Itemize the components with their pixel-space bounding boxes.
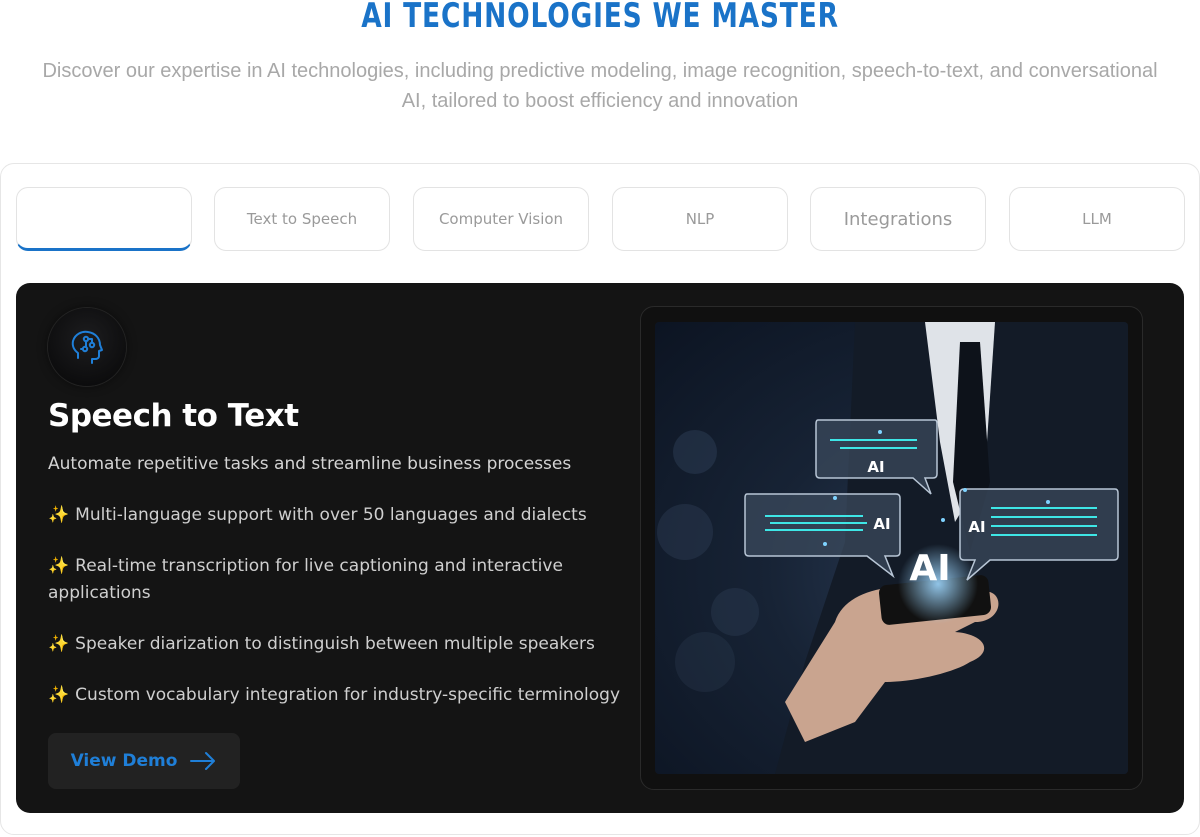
tab-llm[interactable]: LLM xyxy=(1009,187,1185,251)
subtitle-line-1: Discover our expertise in AI technologie… xyxy=(42,60,1158,82)
tab-speech-to-text[interactable] xyxy=(16,187,192,251)
view-demo-label: View Demo xyxy=(70,751,178,771)
feature-icon-badge xyxy=(48,308,126,386)
view-demo-button[interactable]: View Demo xyxy=(48,733,240,789)
tab-computer-vision[interactable]: Computer Vision xyxy=(413,187,589,251)
bubble-left-label: AI xyxy=(873,515,890,533)
feature-text: Speaker diarization to distinguish betwe… xyxy=(75,634,595,654)
tab-text-to-speech[interactable]: Text to Speech xyxy=(214,187,390,251)
sparkles-icon: ✨ xyxy=(48,505,70,525)
bubble-right-label: AI xyxy=(968,518,985,536)
panel-title: Speech to Text xyxy=(48,398,299,434)
arrow-right-icon xyxy=(190,752,216,770)
feature-item: ✨ Multi-language support with over 50 lan… xyxy=(48,502,628,529)
sparkles-icon: ✨ xyxy=(48,634,70,654)
tab-integrations[interactable]: Integrations xyxy=(810,187,986,251)
feature-item: ✨ Speaker diarization to distinguish betw… xyxy=(48,631,628,658)
sparkles-icon: ✨ xyxy=(48,685,70,705)
bubble-top-label: AI xyxy=(867,458,884,476)
tab-nlp[interactable]: NLP xyxy=(612,187,788,251)
section-title: AI TECHNOLOGIES WE MASTER xyxy=(361,0,839,36)
subtitle-line-2: AI, tailored to boost efficiency and inn… xyxy=(401,90,799,112)
feature-text: Real-time transcription for live caption… xyxy=(48,556,563,603)
ai-head-icon xyxy=(71,330,103,364)
ai-illustration: AI AI AI AI xyxy=(655,322,1128,774)
panel-description: Automate repetitive tasks and streamline… xyxy=(48,454,572,474)
feature-item: ✨ Real-time transcription for live captio… xyxy=(48,553,588,607)
sparkles-icon: ✨ xyxy=(48,556,70,576)
feature-item: ✨ Custom vocabulary integration for indus… xyxy=(48,682,628,709)
feature-text: Multi-language support with over 50 lang… xyxy=(75,505,587,525)
section-subtitle: Discover our expertise in AI technologie… xyxy=(0,56,1200,116)
feature-text: Custom vocabulary integration for indust… xyxy=(75,685,621,705)
center-ai-label: AI xyxy=(909,548,950,589)
